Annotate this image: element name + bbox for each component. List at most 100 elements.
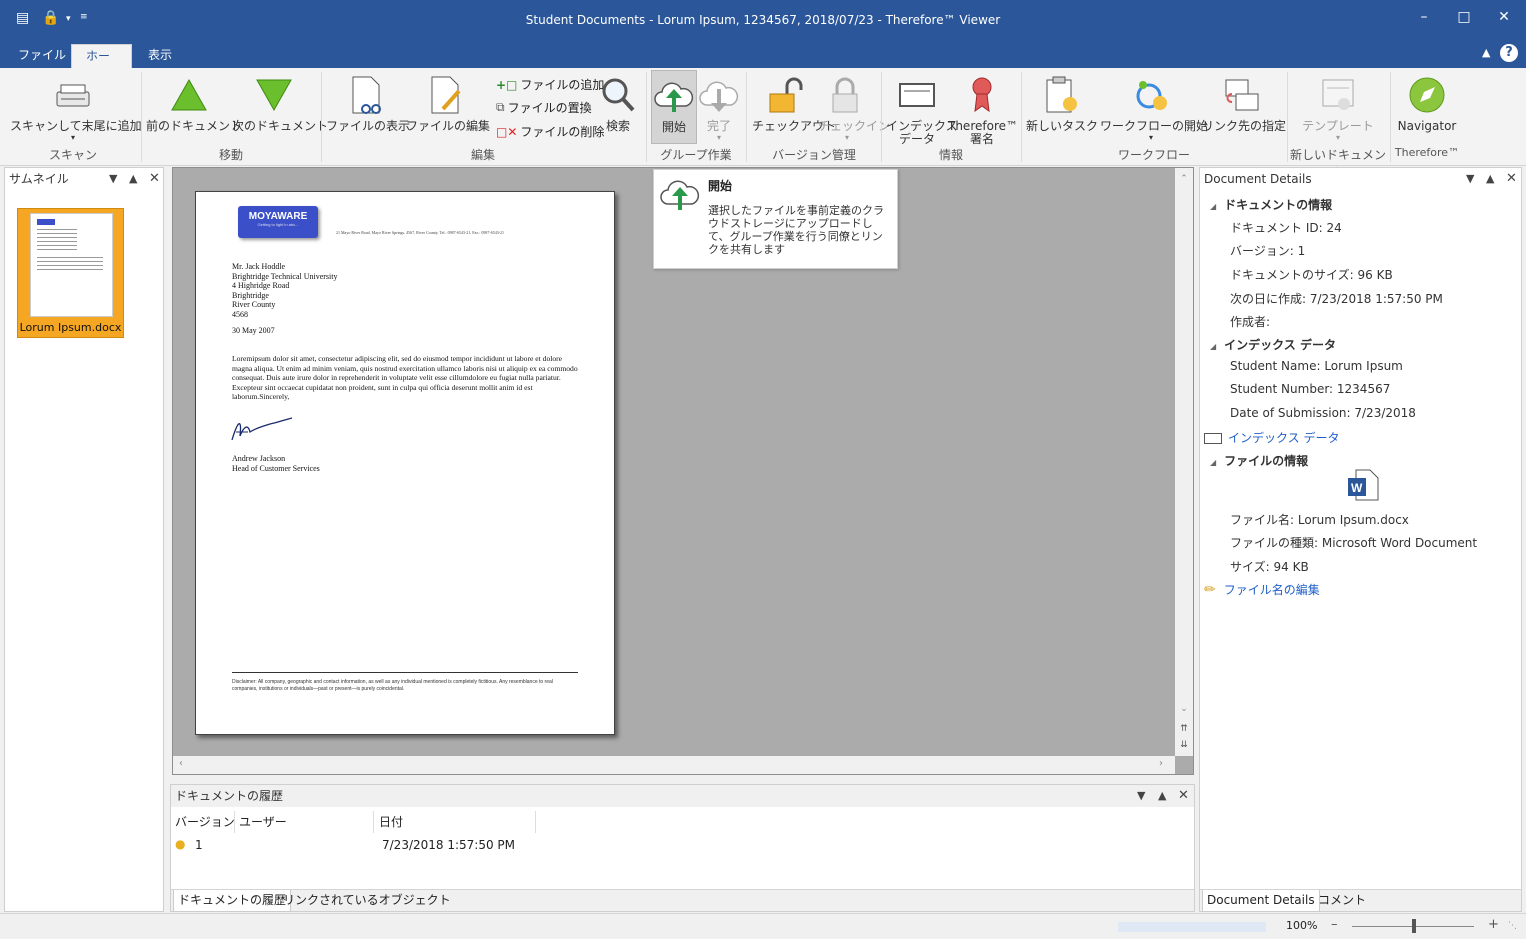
tab-comment[interactable]: コメント [1314, 890, 1370, 912]
vertical-scrollbar[interactable]: ⌃ ⌄ ⇈ ⇊ [1175, 168, 1193, 756]
table-row[interactable]: ● 1 7/23/2018 1:57:50 PM [171, 837, 1194, 855]
zoom-in-button[interactable]: + [1488, 917, 1499, 932]
complete-button[interactable]: 完了 ▾ [698, 70, 740, 142]
word-document-icon[interactable]: W [1346, 468, 1380, 505]
tab-document-details[interactable]: Document Details [1202, 890, 1320, 912]
edit-file-button[interactable]: ファイルの編集 [406, 70, 490, 133]
date-of-submission: Date of Submission: 7/23/2018 [1230, 406, 1416, 420]
pin-icon[interactable]: ▲ [1158, 785, 1166, 807]
group-separator [141, 72, 142, 162]
details-panel-header: Document Details ▼ ▲ ✕ [1200, 168, 1521, 190]
link-target-button[interactable]: リンク先の指定 [1202, 70, 1286, 133]
page-up-icon[interactable]: ⇈ [1175, 724, 1193, 734]
group-separator [746, 72, 747, 162]
index-data-button[interactable]: インデックス データ [886, 70, 958, 146]
svg-text:W: W [1351, 481, 1363, 495]
template-button[interactable]: テンプレート ▾ [1292, 70, 1384, 142]
group-workflow-label: ワークフロー [1117, 148, 1190, 162]
next-doc-button[interactable]: 次のドキュメント [232, 70, 328, 133]
minimize-button[interactable]: – [1406, 6, 1442, 30]
thumbnail-preview [30, 213, 113, 317]
history-panel-header: ドキュメントの履歴 ▼ ▲ ✕ [171, 785, 1194, 807]
view-file-button[interactable]: ファイルの表示 [326, 70, 410, 133]
dropdown-icon[interactable]: ▼ [1137, 785, 1145, 807]
tab-linked-objects[interactable]: リンクされているオブジェクト [279, 890, 455, 912]
add-file-button[interactable]: +□ ファイルの追加 [496, 76, 604, 93]
replace-file-button[interactable]: ⧉ ファイルの置換 [496, 99, 592, 116]
row-date: 7/23/2018 1:57:50 PM [382, 838, 516, 852]
start-button[interactable]: 開始 [651, 70, 697, 144]
signature-image [230, 414, 296, 448]
horizontal-scrollbar[interactable]: ‹ › [173, 756, 1175, 774]
doc-created: 次の日に作成: 7/23/2018 1:57:50 PM [1230, 292, 1443, 306]
index-data-link-row[interactable]: インデックス データ [1204, 429, 1339, 446]
doc-size: ドキュメントのサイズ: 96 KB [1230, 268, 1393, 282]
clipboard-icon [1026, 70, 1096, 120]
triangle-down-icon [232, 70, 316, 120]
therefore-sign-button[interactable]: Therefore™ 署名 [948, 70, 1018, 146]
tab-view[interactable]: 表示 [134, 44, 186, 68]
dropdown-arrow-icon: ▾ [70, 133, 75, 142]
help-icon[interactable]: ? [1500, 44, 1518, 62]
section-index-data[interactable]: ◢ インデックス データ [1210, 336, 1336, 353]
edit-file-name-link: ファイル名の編集 [1223, 583, 1320, 597]
recipient-block: Mr. Jack Hoddle Brightridge Technical Un… [232, 262, 338, 319]
ribbon: スキャンして末尾に追加 ▾ スキャン 前のドキュメント 次のドキュメント 移動 … [0, 68, 1526, 179]
document-page: MOYAWARE Getting to light in abc... 21 M… [195, 191, 615, 735]
group-therefore-label: Therefore™ [1394, 146, 1460, 159]
col-date[interactable]: 日付 [379, 813, 403, 830]
delete-file-button[interactable]: □✕ ファイルの削除 [496, 123, 604, 140]
start-workflow-button[interactable]: ワークフローの開始 ▾ [1100, 70, 1208, 142]
scan-add-button[interactable]: スキャンして末尾に追加 ▾ [10, 70, 142, 142]
dropdown-arrow-icon: ▾ [844, 133, 849, 142]
maximize-button[interactable]: □ [1446, 6, 1482, 30]
letter-body: Loremipsum dolor sit amet, consectetur a… [232, 354, 578, 401]
scanner-icon [10, 70, 136, 120]
scroll-left-icon[interactable]: ‹ [179, 758, 183, 769]
close-icon[interactable]: ✕ [1506, 168, 1517, 190]
lock-icon [818, 70, 876, 120]
dropdown-icon[interactable]: ▼ [1466, 168, 1474, 190]
prev-doc-button[interactable]: 前のドキュメント [146, 70, 242, 133]
col-user[interactable]: ユーザー [239, 813, 287, 830]
scroll-right-icon[interactable]: › [1159, 758, 1163, 769]
start-tooltip: 開始 選択したファイルを事前定義のクラウドストレージにアップロードして、グループ… [653, 169, 898, 269]
dropdown-icon[interactable]: ▼ [109, 168, 117, 190]
cloud-download-icon [698, 70, 740, 120]
search-button[interactable]: 検索 [596, 70, 640, 133]
document-pencil-icon [406, 70, 484, 120]
dropdown-arrow-icon: ▾ [1148, 133, 1153, 142]
section-file-info[interactable]: ◢ ファイルの情報 [1210, 452, 1308, 469]
file-name: ファイル名: Lorum Ipsum.docx [1230, 513, 1409, 527]
progress-bar [1118, 922, 1266, 932]
thumbnail-item[interactable]: Lorum Ipsum.docx [17, 208, 124, 338]
new-task-button[interactable]: 新しいタスク [1026, 70, 1098, 133]
scroll-up-icon[interactable]: ⌃ [1175, 174, 1193, 184]
col-version[interactable]: バージョン [175, 813, 235, 830]
pin-icon[interactable]: ▲ [129, 168, 137, 190]
page-down-icon[interactable]: ⇊ [1175, 740, 1193, 750]
tab-home[interactable]: ホーム [71, 44, 132, 85]
checkin-button[interactable]: チェックイン ▾ [818, 70, 890, 142]
dropdown-arrow-icon: ▾ [1335, 133, 1340, 142]
section-doc-info[interactable]: ◢ ドキュメントの情報 [1210, 196, 1332, 213]
close-icon[interactable]: ✕ [1178, 785, 1189, 807]
tab-history[interactable]: ドキュメントの履歴 [173, 890, 292, 912]
collapse-ribbon-icon[interactable]: ▲ [1482, 46, 1490, 59]
edit-file-name-row[interactable]: ✏ ファイル名の編集 [1204, 581, 1320, 598]
close-button[interactable]: ✕ [1486, 6, 1522, 30]
unlock-icon [752, 70, 818, 120]
row-version: 1 [195, 838, 203, 852]
tab-file[interactable]: ファイル [4, 44, 80, 68]
checkout-button[interactable]: チェックアウト [752, 70, 836, 133]
pin-icon[interactable]: ▲ [1486, 168, 1494, 190]
template-icon [1292, 70, 1384, 120]
close-icon[interactable]: ✕ [149, 168, 160, 190]
zoom-slider-thumb[interactable] [1412, 919, 1416, 933]
scroll-down-icon[interactable]: ⌄ [1175, 704, 1193, 714]
navigator-button[interactable]: Navigator [1396, 70, 1458, 133]
details-tabs: Document Details コメント [1200, 889, 1521, 912]
doc-version: バージョン: 1 [1230, 244, 1306, 258]
resize-grip-icon[interactable]: ⋱ [1508, 921, 1517, 931]
zoom-out-button[interactable]: – [1331, 917, 1338, 932]
